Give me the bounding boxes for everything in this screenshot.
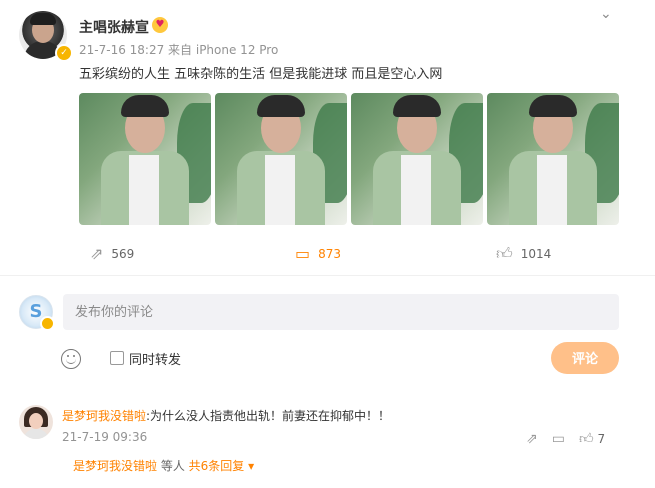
like-action[interactable]: 👍︎ 1014 xyxy=(496,244,551,264)
share-count: 569 xyxy=(111,246,135,261)
comment-input-box[interactable] xyxy=(63,294,619,330)
divider xyxy=(0,275,655,276)
like-count: 1014 xyxy=(520,247,552,261)
reply-mid: 等人 xyxy=(157,459,189,473)
comment-input[interactable] xyxy=(63,294,619,330)
comment-body: :为什么没人指责他出轨！前妻还在抑郁中！！ xyxy=(146,409,391,423)
commenter-avatar[interactable] xyxy=(19,405,53,439)
user-badge-icon xyxy=(40,316,55,331)
comment-like-count: 7 xyxy=(597,432,606,446)
emoji-icon[interactable] xyxy=(61,349,81,369)
comment-icon: ▭ xyxy=(295,244,311,263)
repost-checkbox[interactable] xyxy=(110,351,124,365)
chevron-down-icon[interactable]: ⌄ xyxy=(600,6,612,22)
verified-badge-icon: ✓ xyxy=(55,44,73,62)
share-icon[interactable]: ⇗ xyxy=(526,431,538,447)
comment-text: 是梦珂我没错啦:为什么没人指责他出轨！前妻还在抑郁中！！ xyxy=(62,407,390,424)
thumbs-up-icon: 👍︎ xyxy=(496,244,513,263)
commenter-name[interactable]: 是梦珂我没错啦 xyxy=(62,409,146,423)
comment-time: 21-7-19 09:36 xyxy=(62,430,148,444)
comment-like[interactable]: 👍︎ 7 xyxy=(579,430,605,447)
author-name[interactable]: 主唱张赫宣 xyxy=(79,17,149,37)
submit-comment-button[interactable]: 评论 xyxy=(551,342,619,374)
view-replies-link[interactable]: 共6条回复 ▾ xyxy=(189,459,254,473)
heart-eyes-emoji-icon: ♥ xyxy=(152,17,168,33)
share-icon: ⇗ xyxy=(90,244,104,263)
post-photo-1[interactable] xyxy=(79,93,211,225)
comment-action[interactable]: ▭ 873 xyxy=(295,244,341,263)
post-meta: 21-7-16 18:27 来自 iPhone 12 Pro xyxy=(79,43,279,57)
post-photo-4[interactable] xyxy=(487,93,619,225)
thumbs-up-icon: 👍︎ xyxy=(578,431,594,447)
reply-user[interactable]: 是梦珂我没错啦 xyxy=(73,459,157,473)
repost-label[interactable]: 同时转发 xyxy=(129,349,181,368)
post-text: 五彩缤纷的人生 五味杂陈的生活 但是我能进球 而且是空心入网 xyxy=(79,67,443,82)
post-photo-3[interactable] xyxy=(351,93,483,225)
share-action[interactable]: ⇗ 569 xyxy=(90,244,134,263)
comment-count: 873 xyxy=(318,246,342,261)
post-photo-2[interactable] xyxy=(215,93,347,225)
comment-actions: ⇗ ▭ 👍︎ 7 xyxy=(526,430,605,448)
reply-summary[interactable]: 是梦珂我没错啦 等人 共6条回复 ▾ xyxy=(73,457,254,474)
comment-icon[interactable]: ▭ xyxy=(552,431,565,447)
